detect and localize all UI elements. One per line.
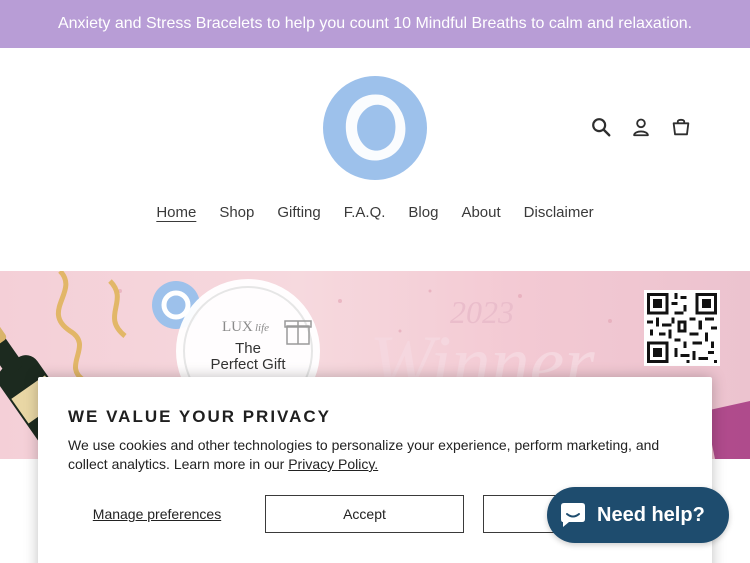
- award-line1: The: [235, 340, 261, 357]
- chat-bubble-icon: [561, 503, 585, 527]
- accept-button[interactable]: Accept: [265, 495, 464, 533]
- award-brand: LUX: [222, 319, 253, 335]
- privacy-policy-link[interactable]: Privacy Policy.: [288, 456, 378, 472]
- privacy-title: WE VALUE YOUR PRIVACY: [68, 407, 332, 426]
- nav-disclaimer[interactable]: Disclaimer: [524, 204, 594, 221]
- nav-gifting[interactable]: Gifting: [277, 204, 320, 221]
- announcement-text: Anxiety and Stress Bracelets to help you…: [57, 15, 693, 32]
- award-line2: Perfect Gift: [210, 356, 286, 373]
- award-brand-script: life: [255, 322, 269, 334]
- nav-about[interactable]: About: [461, 204, 500, 221]
- privacy-text: We use cookies and other technologies to…: [68, 436, 678, 474]
- nav-shop[interactable]: Shop: [219, 204, 254, 221]
- main-navigation: Home Shop Gifting F.A.Q. Blog About Disc…: [0, 204, 750, 221]
- header-icons: [590, 116, 692, 138]
- nav-faq[interactable]: F.A.Q.: [344, 204, 386, 221]
- nav-blog[interactable]: Blog: [408, 204, 438, 221]
- account-icon[interactable]: [630, 116, 652, 138]
- search-icon[interactable]: [590, 116, 612, 138]
- announcement-bar: Anxiety and Stress Bracelets to help you…: [0, 0, 750, 48]
- nav-home[interactable]: Home: [156, 204, 196, 221]
- brand-logo[interactable]: [322, 75, 428, 181]
- cart-icon[interactable]: [670, 116, 692, 138]
- chat-help-label: Need help?: [597, 503, 705, 526]
- chat-help-button[interactable]: Need help?: [547, 487, 729, 543]
- manage-preferences-link[interactable]: Manage preferences: [68, 495, 246, 533]
- qr-code: [644, 290, 720, 366]
